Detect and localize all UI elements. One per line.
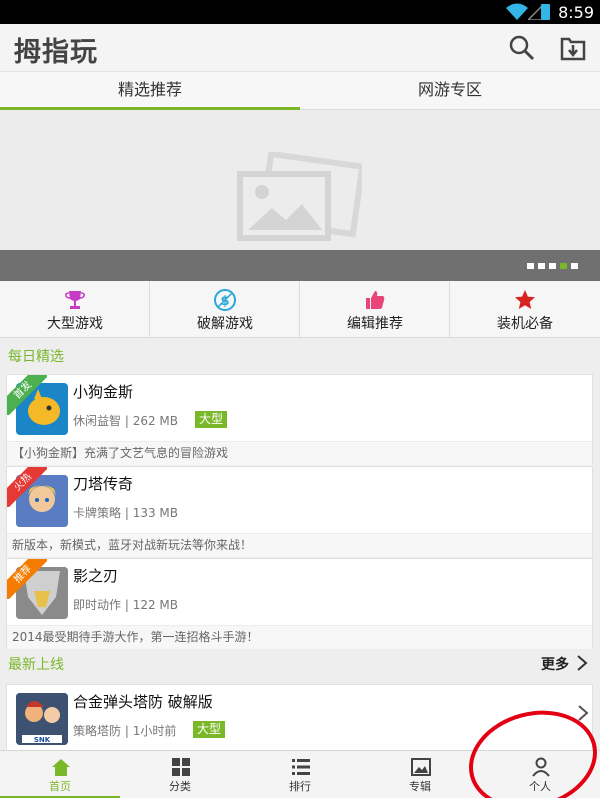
search-icon[interactable] — [508, 34, 536, 62]
more-link[interactable]: 更多 — [541, 654, 569, 674]
image-icon — [411, 758, 431, 776]
nav-albums[interactable]: 专辑 — [360, 751, 480, 798]
category-essentials[interactable]: 装机必备 — [450, 281, 600, 338]
tab-bar: 精选推荐 网游专区 — [0, 72, 600, 110]
category-label: 装机必备 — [497, 316, 553, 332]
ribbon-badge: 火热 — [7, 467, 47, 507]
page-dot-active[interactable] — [560, 263, 567, 269]
tab-featured[interactable]: 精选推荐 — [0, 72, 300, 110]
status-bar: 8:59 — [0, 0, 600, 24]
page-dots — [527, 263, 578, 269]
app-meta: 即时动作 | 122 MB — [73, 598, 178, 612]
download-icon[interactable] — [560, 35, 586, 61]
app-card[interactable]: 首发 小狗金斯 休闲益智 | 262 MB 大型 【小狗金斯】充满了文艺气息的冒… — [6, 374, 593, 465]
nav-home[interactable]: 首页 — [0, 751, 120, 798]
page-dot[interactable] — [549, 263, 556, 269]
tab-online-games[interactable]: 网游专区 — [300, 72, 600, 110]
nav-ranking[interactable]: 排行 — [240, 751, 360, 798]
app-description: 新版本，新模式，蓝牙对战新玩法等你来战！ — [7, 533, 592, 557]
svg-text:SNK: SNK — [34, 736, 51, 744]
app-card[interactable]: 火热 刀塔传奇 卡牌策略 | 133 MB 新版本，新模式，蓝牙对战新玩法等你来… — [6, 466, 593, 557]
chevron-right-icon[interactable] — [576, 655, 588, 671]
ribbon-badge: 推荐 — [7, 559, 47, 599]
app-header: 拇指玩 — [0, 24, 600, 72]
category-bar: 大型游戏 $ 破解游戏 编辑推荐 装机必备 — [0, 281, 600, 338]
chevron-right-icon[interactable] — [577, 705, 589, 721]
section-title-latest: 最新上线 — [8, 657, 64, 673]
size-tag: 大型 — [195, 411, 228, 428]
banner-carousel[interactable] — [0, 110, 600, 250]
app-description: 【小狗金斯】充满了文艺气息的冒险游戏 — [7, 441, 592, 465]
page-dot[interactable] — [538, 263, 545, 269]
app-description: 2014最受期待手游大作，第一连招格斗手游！ — [7, 625, 592, 649]
page-dot[interactable] — [571, 263, 578, 269]
image-placeholder-icon — [237, 152, 362, 241]
grid-icon — [172, 758, 190, 776]
trophy-icon — [65, 291, 85, 309]
app-name: 刀塔传奇 — [73, 475, 134, 493]
app-name: 小狗金斯 — [73, 383, 134, 401]
nav-categories[interactable]: 分类 — [120, 751, 240, 798]
home-icon — [52, 759, 70, 776]
category-large-games[interactable]: 大型游戏 — [0, 281, 150, 338]
thumbs-up-icon — [366, 291, 385, 309]
wifi-icon — [506, 3, 528, 20]
ribbon-badge: 首发 — [7, 375, 47, 415]
app-meta: 卡牌策略 | 133 MB — [73, 506, 178, 520]
size-tag: 大型 — [193, 721, 226, 738]
clock: 8:59 — [558, 3, 594, 22]
section-title-daily: 每日精选 — [8, 349, 64, 365]
app-meta: 休闲益智 | 262 MB — [73, 414, 178, 428]
category-label: 编辑推荐 — [347, 316, 403, 332]
crack-icon: $ — [214, 289, 236, 311]
app-icon: SNK — [16, 693, 68, 745]
app-meta: 策略塔防 | 1小时前 — [73, 724, 177, 738]
app-name: 合金弹头塔防 破解版 — [73, 693, 213, 711]
page-dot[interactable] — [527, 263, 534, 269]
battery-icon — [541, 4, 550, 20]
banner-indicator-bar — [0, 250, 600, 281]
category-label: 破解游戏 — [197, 316, 253, 332]
app-title: 拇指玩 — [14, 37, 98, 68]
app-card[interactable]: 推荐 影之刃 即时动作 | 122 MB 2014最受期待手游大作，第一连招格斗… — [6, 558, 593, 649]
app-name: 影之刃 — [73, 567, 119, 585]
category-cracked-games[interactable]: $ 破解游戏 — [150, 281, 300, 338]
category-editor-picks[interactable]: 编辑推荐 — [300, 281, 450, 338]
category-label: 大型游戏 — [47, 316, 103, 332]
list-icon — [292, 759, 310, 775]
star-icon — [515, 290, 535, 309]
